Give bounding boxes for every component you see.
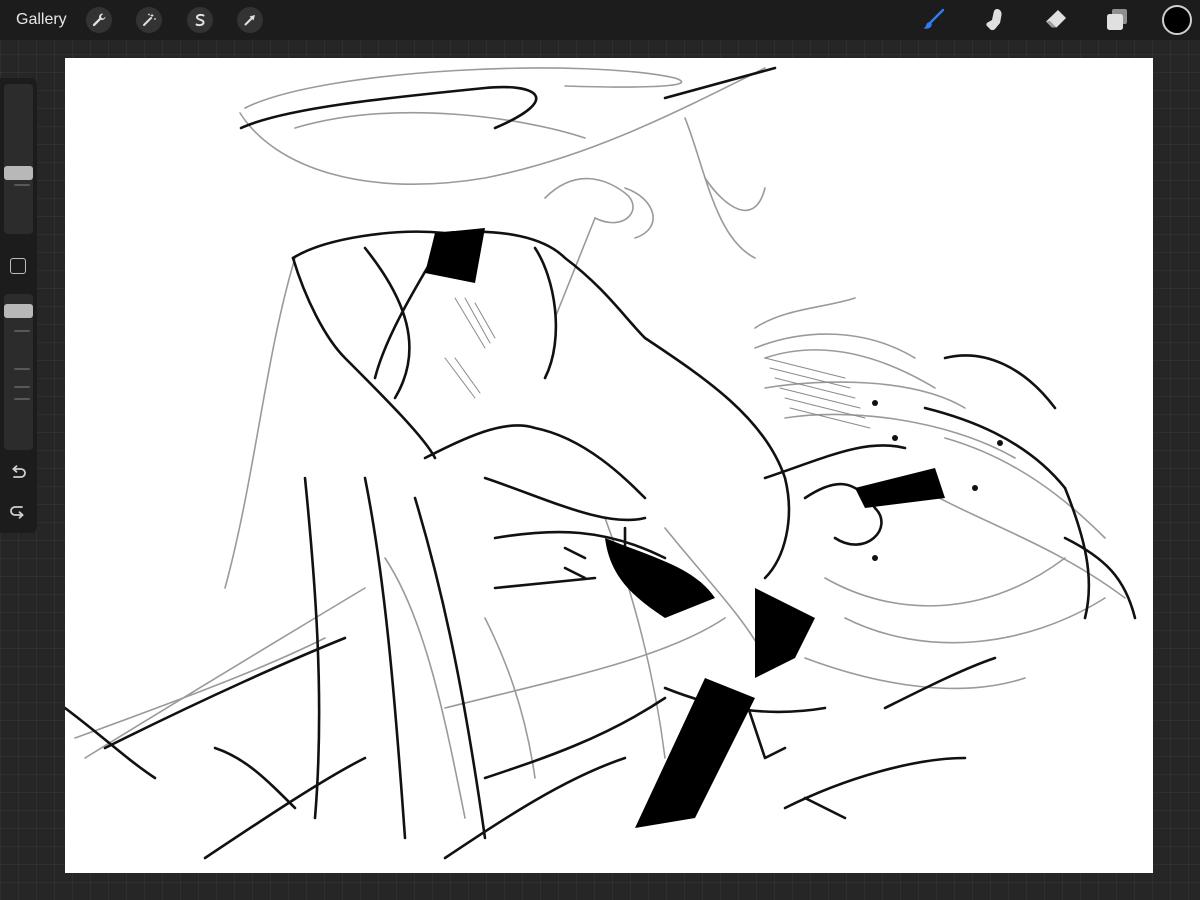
- undo-button[interactable]: [8, 463, 28, 483]
- layers-icon: [1107, 9, 1127, 30]
- slider-tick: [14, 330, 30, 332]
- redo-icon: [10, 506, 24, 519]
- adjustments-button[interactable]: [136, 7, 162, 33]
- eraser-icon: [1046, 10, 1066, 28]
- smudge-tool-button[interactable]: [980, 6, 1008, 34]
- eraser-tool-button[interactable]: [1042, 6, 1070, 34]
- sketch-drawing: [65, 66, 1137, 860]
- selection-button[interactable]: [187, 7, 213, 33]
- brush-icon: [923, 8, 945, 29]
- smudge-finger-icon: [986, 9, 1002, 31]
- layers-button[interactable]: [1103, 6, 1131, 34]
- drawing-canvas[interactable]: [65, 58, 1153, 873]
- brush-size-slider-thumb[interactable]: [4, 166, 33, 180]
- magic-wand-icon: [143, 13, 156, 26]
- transform-button[interactable]: [237, 7, 263, 33]
- brush-size-slider[interactable]: [4, 84, 33, 234]
- opacity-slider[interactable]: [4, 294, 33, 450]
- undo-icon: [12, 465, 26, 478]
- color-picker-swatch[interactable]: [1162, 5, 1192, 35]
- procreate-app: Gallery: [0, 0, 1200, 900]
- wrench-icon: [92, 13, 106, 27]
- slider-tick: [14, 386, 30, 388]
- top-toolbar: Gallery: [0, 0, 1200, 40]
- opacity-slider-thumb[interactable]: [4, 304, 33, 318]
- left-sidebar: [0, 78, 37, 533]
- slider-tick: [14, 398, 30, 400]
- modify-button[interactable]: [10, 258, 26, 274]
- slider-tick: [14, 368, 30, 370]
- slider-tick: [14, 184, 30, 186]
- arrow-cursor-icon: [244, 15, 255, 26]
- selection-s-icon: [195, 13, 205, 27]
- redo-button[interactable]: [8, 501, 28, 521]
- actions-button[interactable]: [86, 7, 112, 33]
- gallery-button[interactable]: Gallery: [16, 10, 67, 30]
- brush-tool-button[interactable]: [920, 6, 948, 34]
